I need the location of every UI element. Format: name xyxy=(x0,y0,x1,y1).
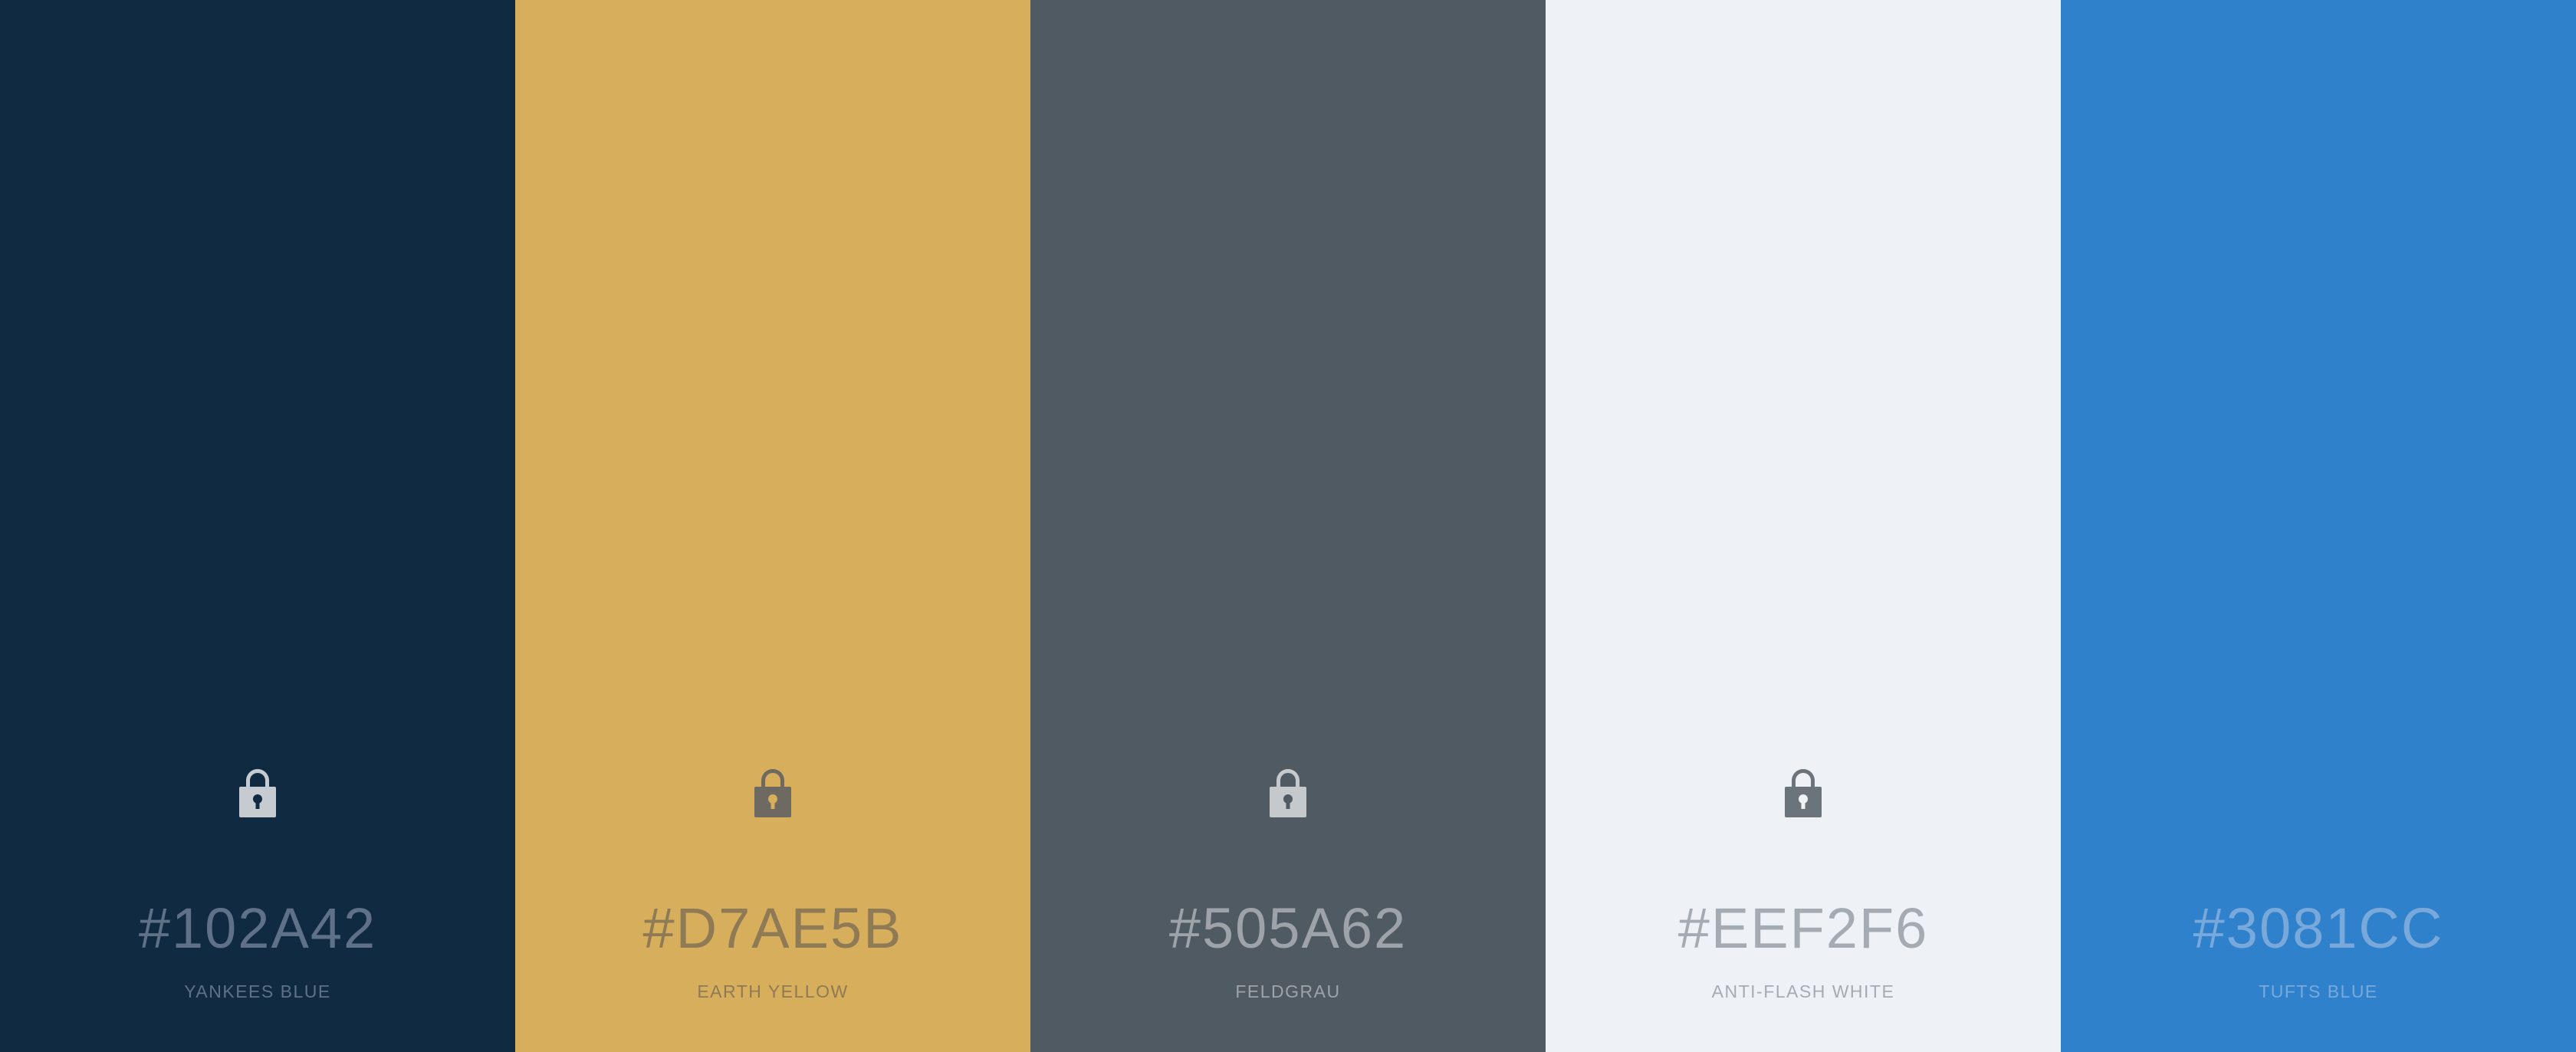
color-name: YANKEES BLUE xyxy=(184,981,331,1001)
hex-code[interactable]: #D7AE5B xyxy=(515,894,1030,963)
color-name: ANTI-FLASH WHITE xyxy=(1711,981,1895,1001)
swatch-feldgrau[interactable]: #505A62 FELDGRAU xyxy=(1030,0,1546,1052)
lock-icon[interactable] xyxy=(1265,767,1311,817)
hex-code[interactable]: #3081CC xyxy=(2061,894,2576,963)
swatch-yankees-blue[interactable]: #102A42 YANKEES BLUE xyxy=(0,0,515,1052)
color-name: FELDGRAU xyxy=(1235,981,1341,1001)
color-name: TUFTS BLUE xyxy=(2259,981,2378,1001)
color-palette: #102A42 YANKEES BLUE #D7AE5B EARTH YELLO… xyxy=(0,0,2576,1052)
hex-code[interactable]: #EEF2F6 xyxy=(1546,894,2061,963)
hex-code[interactable]: #102A42 xyxy=(0,894,515,963)
color-name: EARTH YELLOW xyxy=(697,981,849,1001)
swatch-earth-yellow[interactable]: #D7AE5B EARTH YELLOW xyxy=(515,0,1030,1052)
swatch-anti-flash-white[interactable]: #EEF2F6 ANTI-FLASH WHITE xyxy=(1546,0,2061,1052)
lock-icon[interactable] xyxy=(235,767,281,817)
hex-code[interactable]: #505A62 xyxy=(1030,894,1546,963)
lock-icon[interactable] xyxy=(750,767,796,817)
lock-icon[interactable] xyxy=(1780,767,1826,817)
swatch-tufts-blue[interactable]: #3081CC TUFTS BLUE xyxy=(2061,0,2576,1052)
